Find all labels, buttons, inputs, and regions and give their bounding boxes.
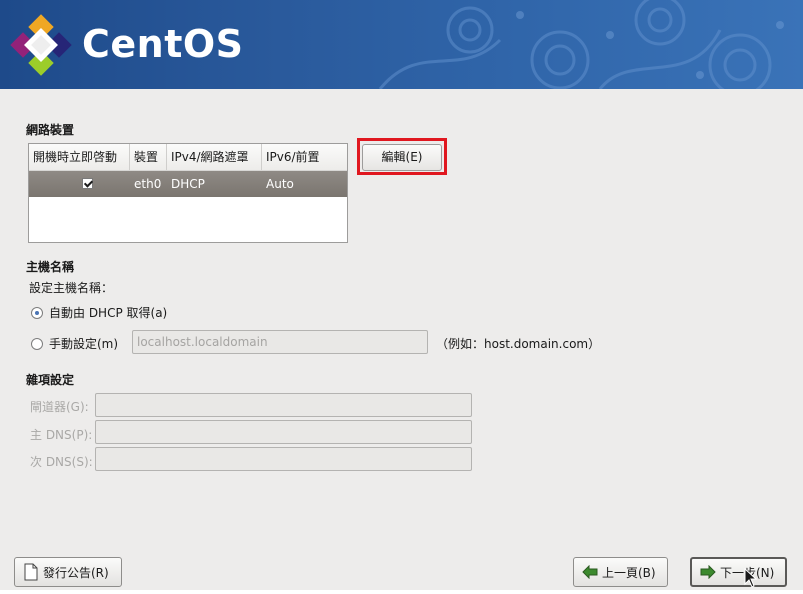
highlight-box <box>357 138 447 175</box>
misc-title: 雜項設定 <box>26 373 75 387</box>
release-notes-button[interactable]: 發行公告(R) <box>14 557 122 587</box>
device-cell: eth0 <box>134 177 162 191</box>
next-button[interactable]: 下一步(N) <box>690 557 787 587</box>
auto-radio[interactable] <box>31 306 43 319</box>
hostname-subtitle: 設定主機名稱： <box>29 281 114 295</box>
arrow-left-icon <box>582 565 598 579</box>
network-device-table: 開機時立即啓動 裝置 IPv4/網路遮罩 IPv6/前置 eth0 DHCP A… <box>28 143 348 243</box>
hostname-example: （例如：host.domain.com） <box>436 337 601 351</box>
onboot-checkbox[interactable] <box>82 178 93 189</box>
secondary-dns-label: 次 DNS(S): <box>30 455 93 469</box>
onboot-cell <box>29 171 130 197</box>
table-header: 開機時立即啓動 裝置 IPv4/網路遮罩 IPv6/前置 <box>29 144 347 171</box>
brand-name: CentOS <box>82 22 244 66</box>
back-button[interactable]: 上一頁(B) <box>573 557 668 587</box>
gateway-label: 閘道器(G): <box>30 400 89 414</box>
secondary-dns-input[interactable] <box>95 447 472 471</box>
document-icon <box>23 563 39 581</box>
release-notes-label: 發行公告(R) <box>43 565 109 580</box>
centos-logo-icon <box>10 14 72 76</box>
hostname-input[interactable]: localhost.localdomain <box>132 330 428 354</box>
gateway-input[interactable] <box>95 393 472 417</box>
primary-dns-input[interactable] <box>95 420 472 444</box>
mouse-cursor-icon <box>744 568 758 588</box>
manual-radio[interactable] <box>31 337 43 350</box>
column-header-onboot[interactable]: 開機時立即啓動 <box>29 144 130 170</box>
manual-option-label: 手動設定(m) <box>49 337 119 351</box>
header-banner: CentOS <box>0 0 803 89</box>
ipv6-cell: Auto <box>266 177 294 191</box>
ipv4-cell: DHCP <box>171 177 205 191</box>
hostname-manual-option[interactable]: 手動設定(m) <box>31 335 118 352</box>
table-row[interactable]: eth0 DHCP Auto <box>29 171 347 197</box>
network-devices-title: 網路裝置 <box>26 123 75 137</box>
hostname-auto-option[interactable]: 自動由 DHCP 取得(a) <box>31 304 167 321</box>
auto-option-label: 自動由 DHCP 取得(a) <box>49 306 168 320</box>
arrow-right-icon <box>700 565 716 579</box>
hostname-title: 主機名稱 <box>26 260 75 274</box>
column-header-ipv4[interactable]: IPv4/網路遮罩 <box>167 144 262 170</box>
column-header-device[interactable]: 裝置 <box>130 144 167 170</box>
bottom-strip <box>0 590 803 594</box>
column-header-ipv6[interactable]: IPv6/前置 <box>262 144 347 170</box>
primary-dns-label: 主 DNS(P): <box>30 428 93 442</box>
back-label: 上一頁(B) <box>602 565 656 580</box>
